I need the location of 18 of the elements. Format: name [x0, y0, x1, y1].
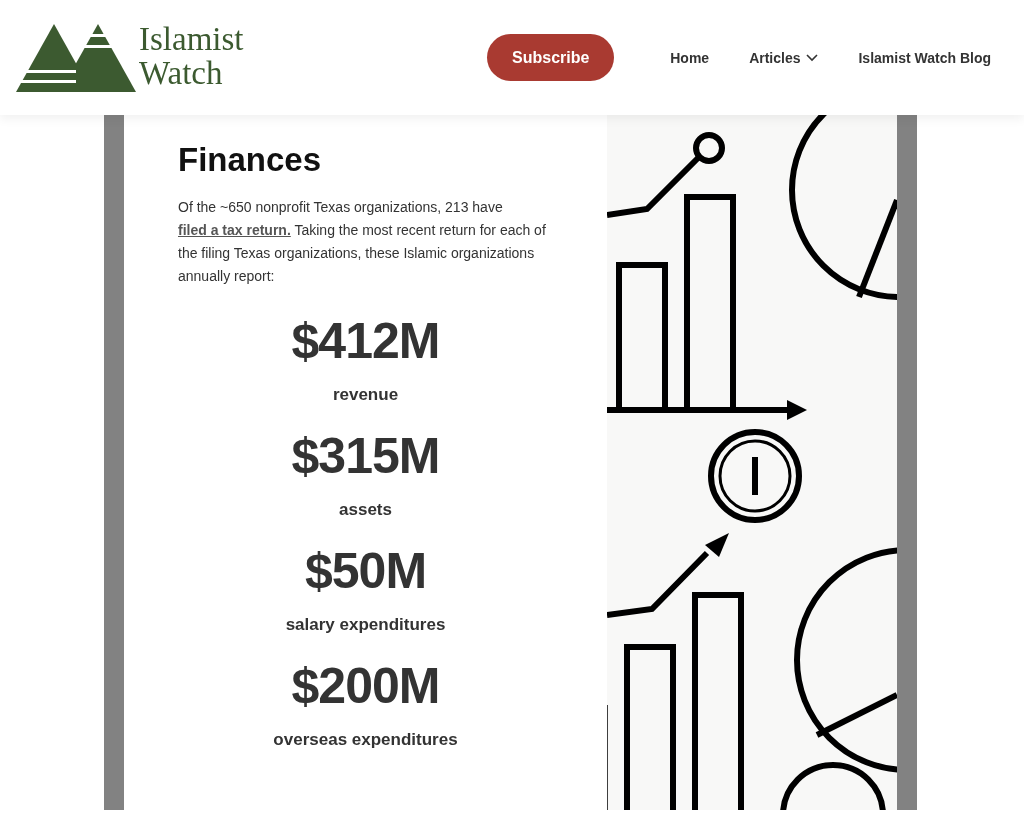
nav-link[interactable]: Islamist Watch Blog — [858, 49, 991, 66]
tax-return-link[interactable]: filed a tax return. — [178, 222, 291, 238]
stat-label: revenue — [332, 384, 399, 406]
stat-value: $315M — [291, 427, 440, 486]
stat-label: salary expenditures — [285, 614, 446, 636]
nav-link[interactable]: Home — [670, 49, 710, 66]
nav-link[interactable]: Articles — [749, 49, 819, 66]
stat-label: overseas expenditures — [273, 729, 458, 751]
stat-value: $200M — [291, 657, 440, 716]
subscribe-button[interactable]: Subscribe — [487, 34, 615, 81]
intro-paragraph: Of the ~650 nonprofit Texas organizations, 213 have filed a tax return. Taking the most recent return for each of the filing Texas organizations, these Islamic organizations annually report: — [178, 198, 547, 286]
stat-value: $412M — [291, 312, 440, 371]
logo-wordmark[interactable]: Islamist Watch — [139, 21, 244, 90]
logo-mark-icon[interactable] — [16, 23, 136, 92]
stat-label: assets — [339, 499, 392, 521]
section-title: Finances — [178, 141, 323, 179]
stat-value: $50M — [304, 542, 427, 601]
chevron-down-icon — [806, 53, 819, 62]
